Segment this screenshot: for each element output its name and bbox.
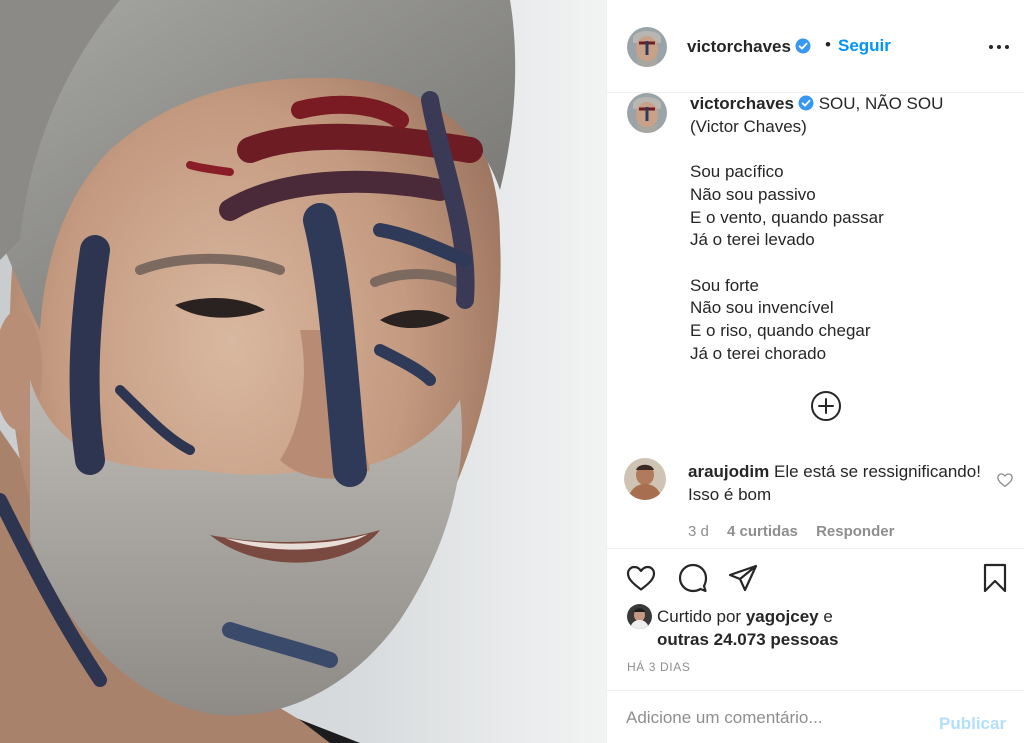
comment-body: araujodim Ele está se ressignificando! I…	[688, 460, 988, 506]
comment-like-heart-icon[interactable]	[996, 471, 1014, 489]
author-username-text: victorchaves	[687, 37, 791, 56]
comment-input[interactable]	[626, 705, 926, 731]
post-photo	[0, 0, 516, 743]
like-heart-icon[interactable]	[625, 562, 657, 594]
stanza-line: Não sou invencível	[690, 298, 834, 318]
comment-bubble-icon[interactable]	[677, 562, 709, 594]
caption-stanza-1: Sou pacífico Não sou passivo E o vento, …	[690, 161, 1010, 252]
post-image[interactable]	[0, 0, 606, 743]
actions-divider	[607, 548, 1024, 549]
likes-prefix: Curtido por	[657, 607, 742, 626]
likes-summary: Curtido por yagojcey e outras 24.073 pes…	[657, 605, 838, 651]
liker-username[interactable]: yagojcey	[746, 607, 819, 626]
likes-count[interactable]: outras 24.073 pessoas	[657, 628, 838, 651]
save-bookmark-icon[interactable]	[979, 562, 1011, 594]
publish-button[interactable]: Publicar	[939, 714, 1006, 734]
comment-likes[interactable]: 4 curtidas	[727, 523, 798, 540]
caption-author: (Victor Chaves)	[690, 116, 807, 136]
separator-dot: •	[825, 35, 831, 54]
caption-text: victorchaves SOU, NÃO SOU (Victor Chaves…	[690, 93, 1010, 365]
stanza-line: Sou pacífico	[690, 162, 784, 182]
verified-badge-icon	[795, 38, 811, 54]
stanza-line: Já o terei chorado	[690, 343, 827, 363]
stanza-line: Já o terei levado	[690, 230, 815, 250]
follow-button[interactable]: Seguir	[838, 36, 891, 56]
caption-first-line: victorchaves SOU, NÃO SOU	[690, 93, 1010, 116]
commenter-username[interactable]: araujodim	[688, 462, 769, 481]
verified-badge-icon	[798, 95, 814, 111]
comment-meta: 3 d 4 curtidas Responder	[688, 523, 908, 540]
share-send-icon[interactable]	[727, 562, 759, 594]
more-options-icon[interactable]	[987, 34, 1011, 58]
caption-stanza-2: Sou forte Não sou invencível E o riso, q…	[690, 275, 1010, 366]
author-username[interactable]: victorchaves	[687, 37, 811, 57]
commenter-avatar[interactable]	[624, 458, 666, 500]
caption-avatar[interactable]	[627, 93, 667, 133]
caption-title: SOU, NÃO SOU	[818, 94, 944, 113]
comment-time[interactable]: 3 d	[688, 523, 709, 540]
stanza-line: Sou forte	[690, 275, 759, 295]
post-side-panel: victorchaves • Seguir victorchaves SOU, …	[606, 0, 1024, 743]
stanza-line: Não sou passivo	[690, 184, 816, 204]
caption-username[interactable]: victorchaves	[690, 94, 794, 113]
post-timestamp[interactable]: HÁ 3 DIAS	[627, 660, 690, 674]
add-comment-bar: Publicar	[607, 690, 1024, 743]
reply-button[interactable]: Responder	[816, 523, 894, 540]
likes-conj: e	[823, 607, 833, 626]
stanza-line: E o vento, quando passar	[690, 207, 884, 227]
plus-circle-icon[interactable]	[810, 390, 842, 422]
liker-avatar[interactable]	[627, 604, 652, 629]
post-header: victorchaves • Seguir	[607, 0, 1024, 93]
stanza-line: E o riso, quando chegar	[690, 321, 871, 340]
author-avatar[interactable]	[627, 27, 667, 67]
